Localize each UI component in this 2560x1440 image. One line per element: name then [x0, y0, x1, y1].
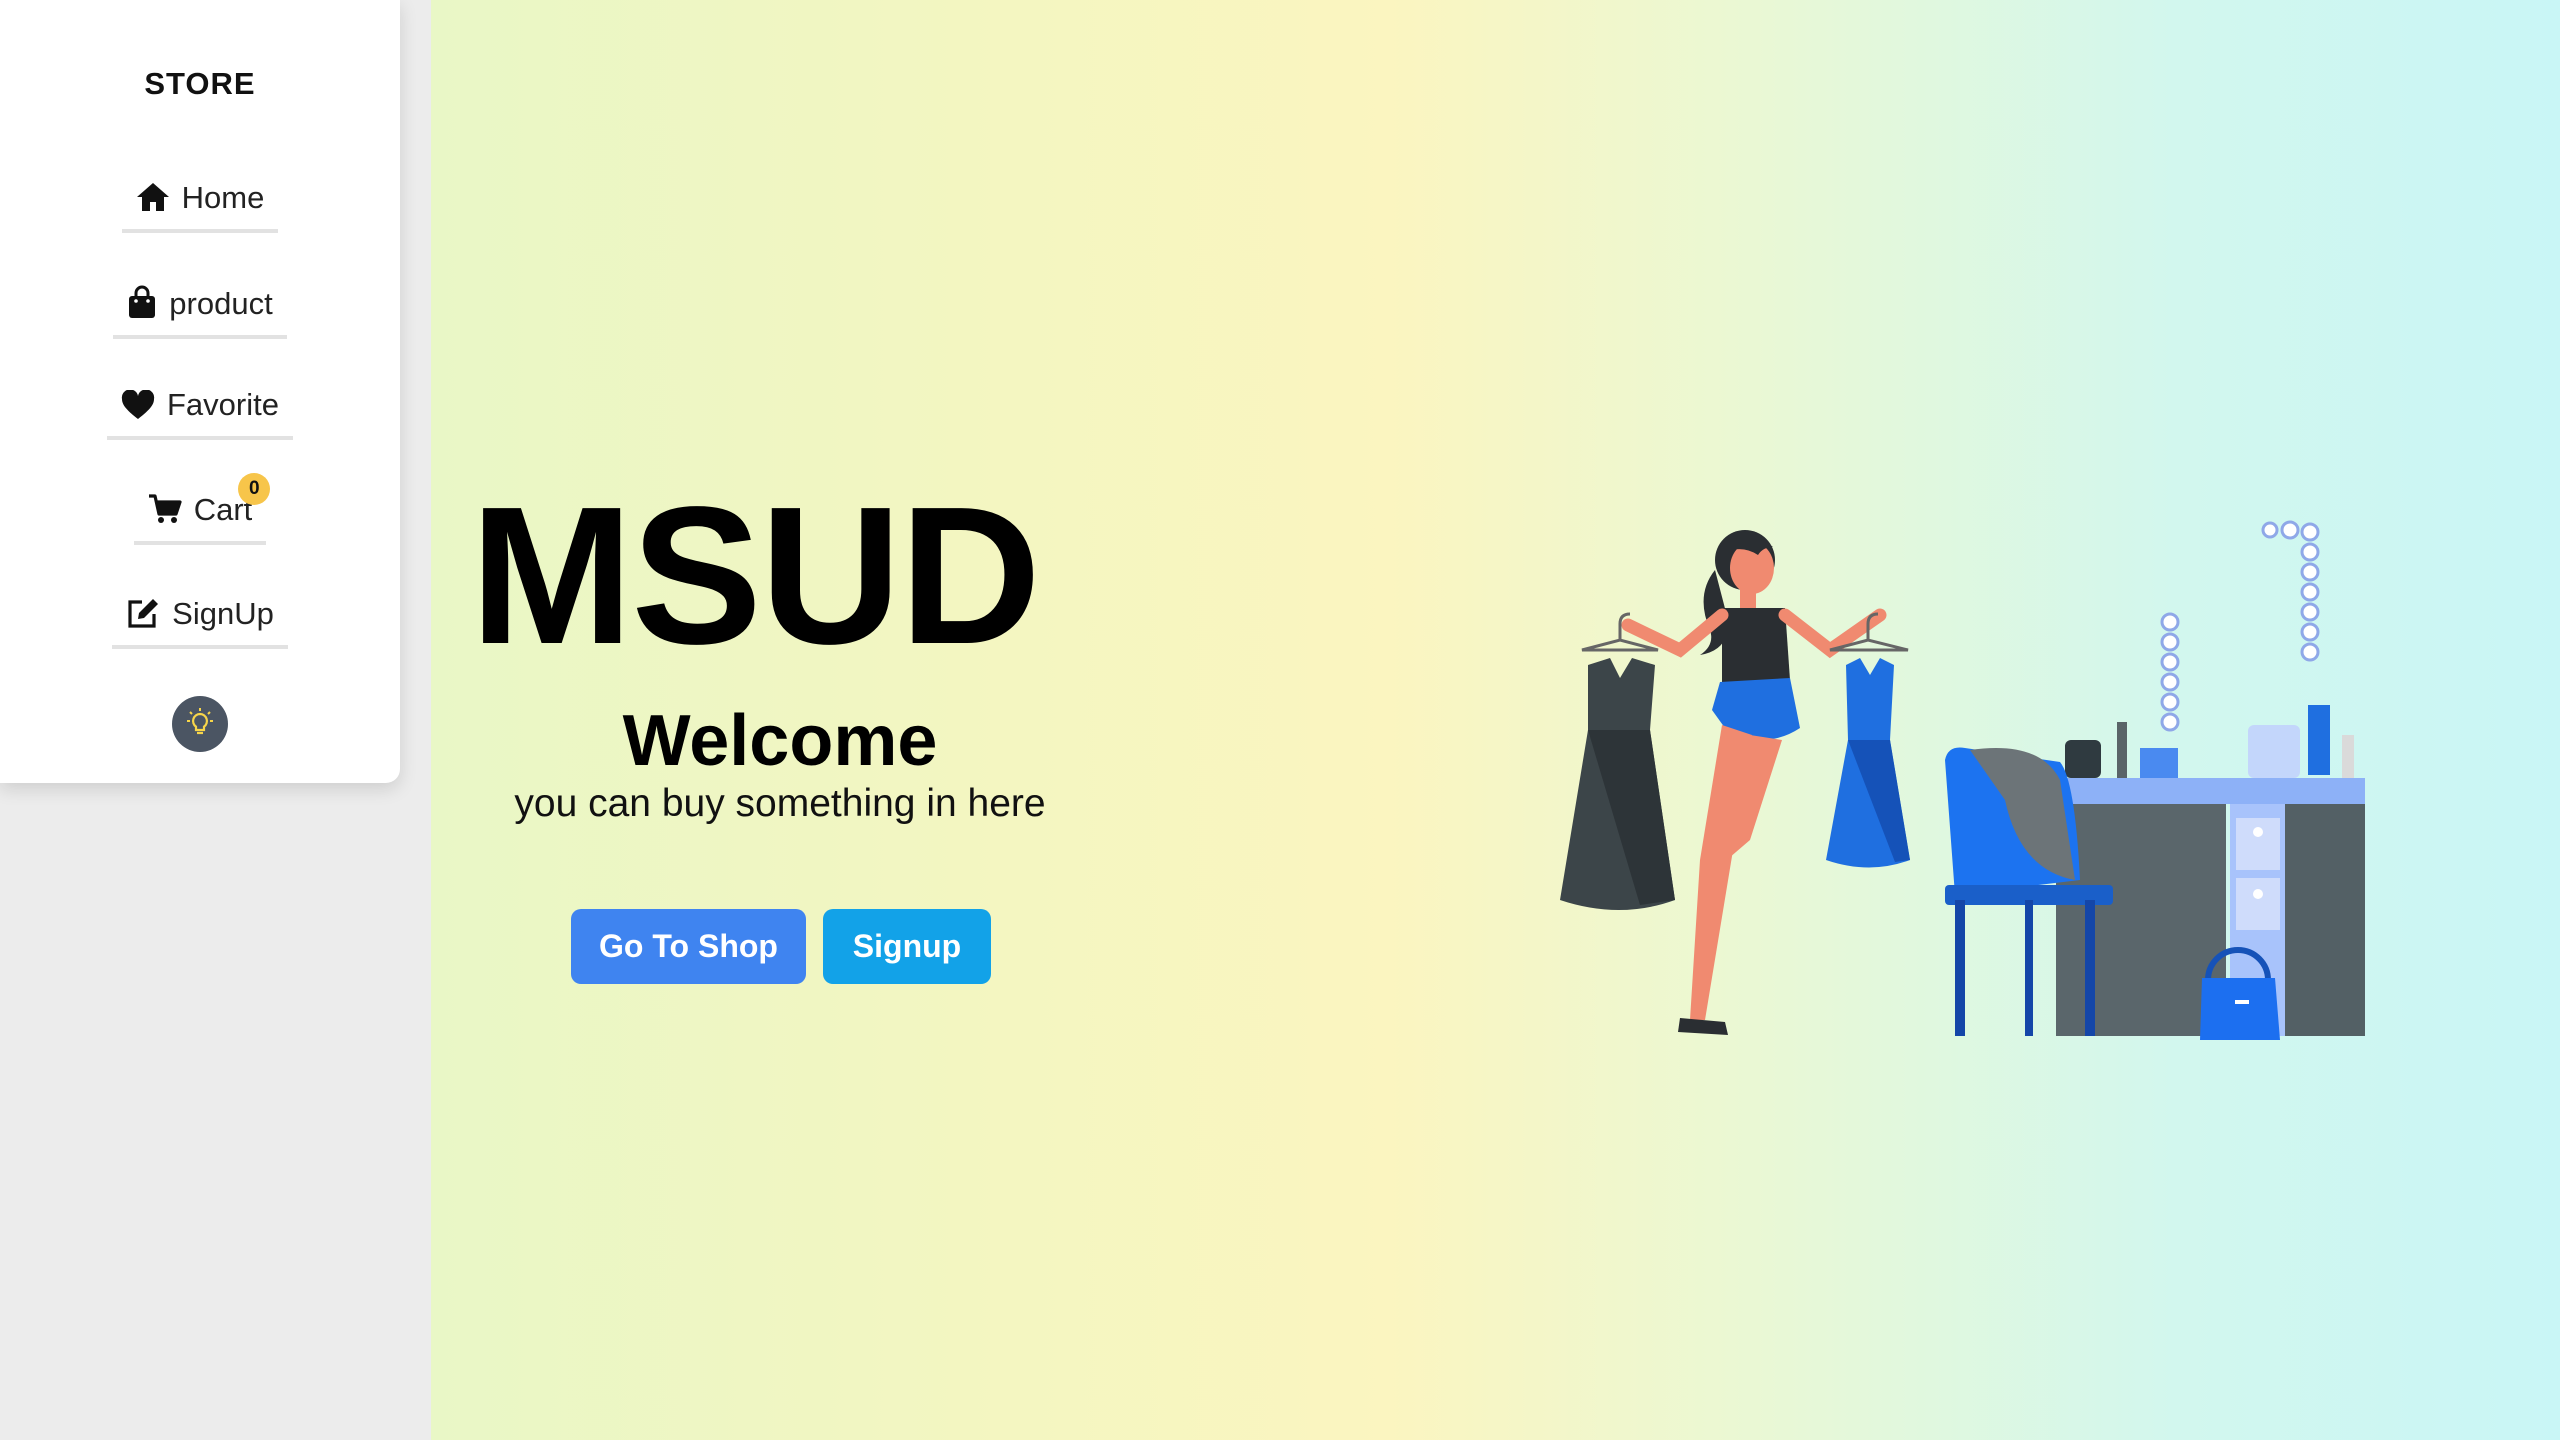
signup-button[interactable]: Signup [823, 909, 991, 984]
brand-logo: STORE [144, 66, 256, 101]
cart-icon [148, 493, 182, 525]
lightbulb-icon [184, 706, 216, 743]
sidebar-item-label: SignUp [172, 596, 274, 631]
sidebar-item-label: product [169, 286, 273, 321]
heart-icon [121, 390, 155, 420]
hero-tagline: you can buy something in here [514, 782, 1046, 825]
sidebar-item-product[interactable]: product [0, 285, 400, 351]
sidebar-item-label: Favorite [167, 387, 279, 422]
go-to-shop-button[interactable]: Go To Shop [571, 909, 806, 984]
shopping-woman-illustration [1560, 520, 2365, 1040]
sidebar: STORE Home product Favorite Cart 0 SignU… [0, 0, 400, 783]
edit-icon [126, 597, 160, 629]
theme-toggle-button[interactable] [172, 696, 228, 752]
sidebar-item-signup[interactable]: SignUp [0, 597, 400, 663]
shopping-bag-icon [127, 285, 157, 319]
mirror-lights [2160, 520, 2320, 732]
sidebar-item-home[interactable]: Home [0, 181, 400, 247]
hero-title: MSUD [470, 466, 1041, 685]
sidebar-item-favorite[interactable]: Favorite [0, 389, 400, 455]
cart-count-badge: 0 [238, 473, 271, 505]
sidebar-item-label: Home [181, 180, 265, 215]
sidebar-item-cart[interactable]: Cart 0 [0, 473, 400, 559]
home-icon [136, 181, 170, 213]
welcome-heading: Welcome [622, 701, 938, 781]
